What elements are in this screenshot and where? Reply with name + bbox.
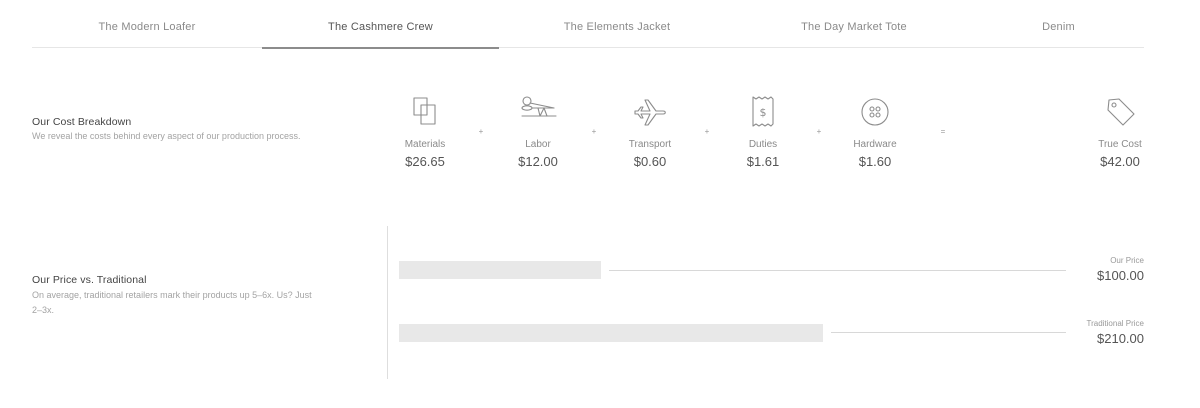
vertical-divider (387, 226, 388, 379)
cost-item-label: Materials (404, 139, 446, 150)
tab-cashmere-crew[interactable]: The Cashmere Crew (262, 0, 499, 49)
cost-item-label: True Cost (1098, 139, 1142, 150)
price-comparison-description: On average, traditional retailers mark t… (32, 290, 312, 315)
cost-item-amount: $12.00 (518, 154, 558, 169)
cost-item-labor: Labor $12.00 (498, 94, 578, 169)
button-icon (861, 98, 889, 126)
cost-item-amount: $0.60 (633, 154, 667, 169)
airplane-icon (634, 99, 666, 126)
equals-operator: = (940, 127, 946, 136)
cost-item-transport: Transport $0.60 (610, 94, 690, 169)
our-price-bar (399, 261, 601, 279)
tab-day-market-tote[interactable]: The Day Market Tote (735, 0, 973, 48)
cost-item-duties: $ Duties $1.61 (723, 94, 803, 169)
scissors-icon (521, 96, 557, 117)
price-tag-icon (1107, 98, 1135, 126)
cost-item-label: Transport (628, 139, 672, 150)
price-comparison-title: Our Price vs. Traditional (32, 274, 147, 286)
our-price-value: $100.00 (1097, 268, 1144, 283)
tab-elements-jacket[interactable]: The Elements Jacket (499, 0, 735, 48)
our-price-leader-line (609, 270, 1066, 271)
our-price-label: Our Price (1110, 256, 1144, 265)
plus-operator: + (478, 127, 484, 136)
traditional-price-leader-line (831, 332, 1066, 333)
traditional-price-label: Traditional Price (1086, 319, 1144, 328)
cost-item-amount: $42.00 (1100, 154, 1140, 169)
cost-item-hardware: Hardware $1.60 (835, 94, 915, 169)
tab-denim[interactable]: Denim (973, 0, 1144, 48)
cost-item-true-cost: True Cost $42.00 (1080, 94, 1160, 169)
traditional-price-value: $210.00 (1097, 331, 1144, 346)
plus-operator: + (816, 127, 822, 136)
receipt-icon: $ (752, 96, 774, 127)
svg-text:$: $ (760, 106, 767, 119)
cost-item-materials: Materials $26.65 (385, 94, 465, 169)
plus-operator: + (591, 127, 597, 136)
cost-breakdown-description: We reveal the costs behind every aspect … (32, 131, 301, 141)
cost-item-label: Duties (748, 139, 778, 150)
cost-breakdown-title: Our Cost Breakdown (32, 116, 132, 128)
traditional-price-bar (399, 324, 823, 342)
cost-item-label: Hardware (853, 139, 897, 150)
cost-item-label: Labor (525, 139, 551, 150)
product-tabs: The Modern Loafer The Cashmere Crew The … (32, 0, 1144, 49)
cost-item-amount: $26.65 (405, 154, 445, 169)
tab-modern-loafer[interactable]: The Modern Loafer (32, 0, 262, 48)
cost-item-amount: $1.60 (858, 154, 892, 169)
cost-item-amount: $1.61 (746, 154, 780, 169)
plus-operator: + (704, 127, 710, 136)
materials-icon (413, 97, 436, 125)
